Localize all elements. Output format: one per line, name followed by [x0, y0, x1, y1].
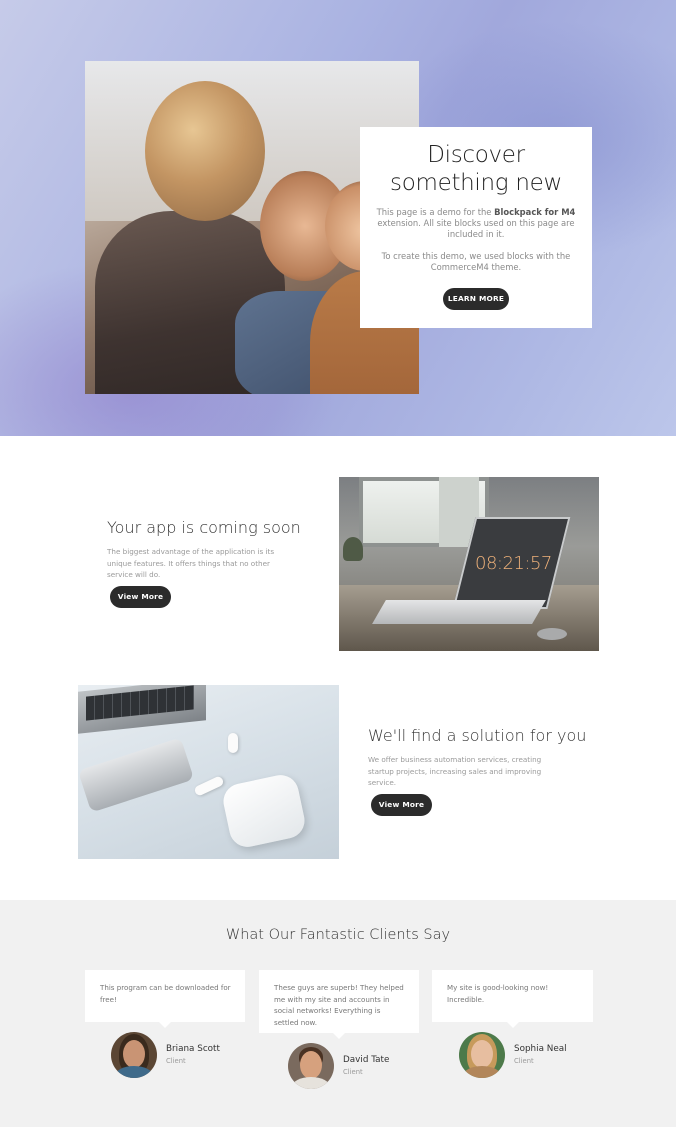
view-more-button-app[interactable]: View More — [110, 586, 171, 608]
testimonial-role-1: Client — [166, 1057, 186, 1065]
feature-solution-title: We'll find a solution for you — [368, 726, 587, 745]
testimonial-name-2: David Tate — [343, 1055, 390, 1065]
hero-desc-prefix: This page is a demo for the — [376, 207, 495, 217]
testimonial-quote-3: My site is good-looking now! Incredible. — [447, 983, 549, 1004]
learn-more-button[interactable]: LEARN MORE — [443, 288, 509, 310]
testimonial-name-1: Briana Scott — [166, 1044, 220, 1054]
feature-app-title: Your app is coming soon — [107, 518, 301, 537]
testimonials-heading: What Our Fantastic Clients Say — [225, 927, 451, 943]
hero-title-line1: Discover — [427, 142, 525, 168]
hero-title: Discover something new — [360, 141, 592, 197]
testimonial-role-3: Client — [514, 1057, 534, 1065]
hero-description: This page is a demo for the Blockpack fo… — [373, 207, 579, 240]
feature-solution-text: We offer business automation services, c… — [368, 755, 542, 787]
airpods-phone-photo — [78, 685, 339, 859]
laptop-clock-text: 08:21:57 — [475, 553, 552, 574]
hero-desc-bold: Blockpack for M4 — [494, 207, 576, 217]
testimonial-card-1: This program can be downloaded for free! — [85, 970, 245, 1028]
testimonial-quote-1: This program can be downloaded for free! — [100, 983, 231, 1004]
hero-section: Discover something new This page is a de… — [0, 0, 676, 436]
testimonial-role-2: Client — [343, 1068, 363, 1076]
testimonial-name-3: Sophia Neal — [514, 1044, 567, 1054]
testimonial-card-3: My site is good-looking now! Incredible. — [432, 970, 593, 1028]
avatar-sophia-neal — [459, 1032, 505, 1078]
feature-app-text: The biggest advantage of the application… — [107, 547, 275, 579]
hero-desc-suffix: extension. All site blocks used on this … — [377, 218, 575, 239]
testimonials-section: What Our Fantastic Clients Say This prog… — [0, 900, 676, 1127]
testimonial-card-2: These guys are superb! They helped me wi… — [259, 970, 419, 1039]
laptop-clock-photo: 08:21:57 — [339, 477, 599, 651]
hero-description-2: To create this demo, we used blocks with… — [381, 251, 571, 272]
view-more-button-solution[interactable]: View More — [371, 794, 432, 816]
avatar-briana-scott — [111, 1032, 157, 1078]
avatar-david-tate — [288, 1043, 334, 1089]
hero-card: Discover something new This page is a de… — [360, 127, 592, 328]
testimonial-quote-2: These guys are superb! They helped me wi… — [274, 983, 404, 1027]
hero-title-line2: something new — [390, 170, 562, 196]
